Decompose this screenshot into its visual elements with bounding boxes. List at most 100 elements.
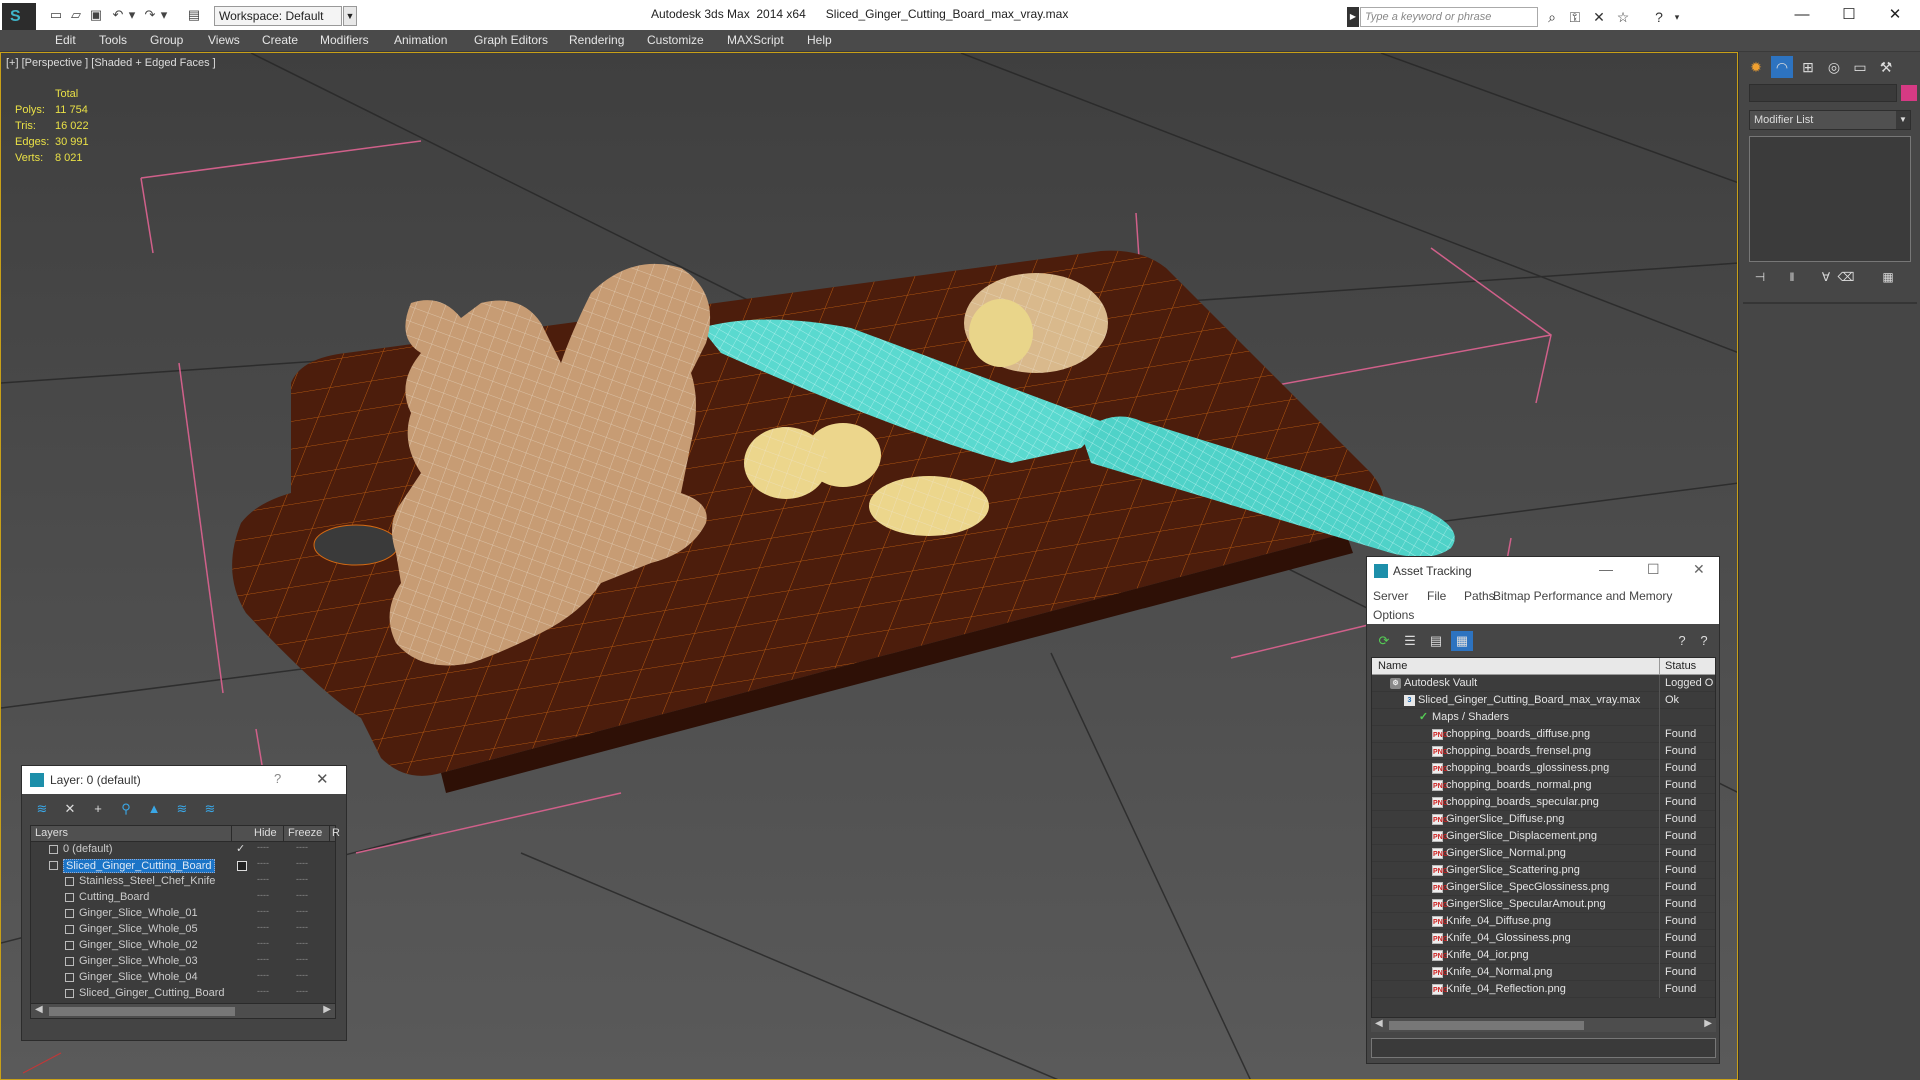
asset-path-field[interactable] [1371,1038,1716,1058]
display-tab-icon[interactable]: ▭ [1849,56,1871,78]
layer-row[interactable]: Sliced_Ginger_Cutting_Board ---- ---- [31,986,335,1002]
layer-row-name[interactable]: Cutting_Board [79,891,149,903]
chevron-down-icon[interactable]: ▼ [343,6,357,26]
help-context-icon[interactable]: ? [1693,631,1715,651]
menu-help[interactable]: Help [807,33,832,47]
freeze-toggle[interactable]: ---- [296,874,310,884]
layer-row[interactable]: Stainless_Steel_Chef_Knife ---- ---- [31,874,335,890]
layer-row[interactable]: Sliced_Ginger_Cutting_Board ---- ---- [31,858,335,874]
key-icon[interactable]: ⚿ [1566,8,1584,26]
maximize-icon[interactable]: ☐ [1647,561,1660,578]
hide-toggle[interactable]: ---- [257,954,271,964]
search-input[interactable]: Type a keyword or phrase [1360,7,1538,27]
redo-dropdown-icon[interactable]: ▾ [156,7,172,23]
asset-row[interactable]: PNG GingerSlice_Scattering.png Found [1372,862,1715,879]
scroll-left-icon[interactable]: ◀ [1375,1018,1383,1029]
menu-rendering[interactable]: Rendering [569,33,624,47]
layer-row-name[interactable]: Ginger_Slice_Whole_05 [79,923,198,935]
asset-row[interactable]: PNG chopping_boards_specular.png Found [1372,794,1715,811]
layer-row[interactable]: 0 (default) ✓ ---- ---- [31,842,335,858]
minimize-icon[interactable]: — [1599,561,1613,577]
asset-row[interactable]: PNG Knife_04_Diffuse.png Found [1372,913,1715,930]
object-color-swatch[interactable] [1901,85,1917,101]
workspace-dropdown[interactable]: Workspace: Default [214,6,342,26]
viewport-label[interactable]: [+] [Perspective ] [Shaded + Edged Faces… [6,57,216,69]
horizontal-scrollbar[interactable]: ◀ ▶ [31,1003,335,1018]
asset-row[interactable]: PNG chopping_boards_diffuse.png Found [1372,726,1715,743]
scroll-right-icon[interactable]: ▶ [323,1004,331,1015]
asset-row[interactable]: PNG chopping_boards_glossiness.png Found [1372,760,1715,777]
freeze-toggle[interactable]: ---- [296,970,310,980]
hide-toggle[interactable]: ---- [257,842,271,852]
x-icon[interactable]: ✕ [1590,8,1608,26]
menu-edit[interactable]: Edit [55,33,76,47]
hide-toggle[interactable]: ---- [257,938,271,948]
help-icon[interactable]: ? [1671,631,1693,651]
col-render[interactable]: R [332,827,340,839]
list-view-icon[interactable]: ☰ [1399,631,1421,651]
utilities-tab-icon[interactable]: ⚒ [1875,56,1897,78]
table-view-icon[interactable]: ▦ [1451,631,1473,651]
hide-toggle[interactable]: ---- [257,890,271,900]
hide-all-layers-icon[interactable]: ≋ [172,800,192,818]
set-current-layer-checkbox[interactable] [237,861,247,871]
layer-row[interactable]: Ginger_Slice_Whole_01 ---- ---- [31,906,335,922]
layer-row[interactable]: Cutting_Board ---- ---- [31,890,335,906]
configure-modifier-sets-icon[interactable]: ▦ [1879,268,1897,286]
modifier-list-dropdown[interactable]: Modifier List ▼ [1749,110,1911,130]
layer-dialog-titlebar[interactable]: Layer: 0 (default) ? ✕ [22,766,346,794]
scroll-right-icon[interactable]: ▶ [1704,1018,1712,1029]
scroll-left-icon[interactable]: ◀ [35,1004,43,1015]
add-to-layer-icon[interactable]: + [88,800,108,818]
freeze-toggle[interactable]: ---- [296,954,310,964]
layer-row-name[interactable]: Stainless_Steel_Chef_Knife [79,875,215,887]
asset-row[interactable]: PNG chopping_boards_normal.png Found [1372,777,1715,794]
create-layer-icon[interactable]: ≋ [32,800,52,818]
hide-toggle[interactable]: ---- [257,986,271,996]
make-unique-icon[interactable]: ∀ [1817,268,1835,286]
save-icon[interactable]: ▣ [88,7,104,23]
col-freeze[interactable]: Freeze [288,827,322,839]
freeze-toggle[interactable]: ---- [296,842,310,852]
layer-row-name[interactable]: Sliced_Ginger_Cutting_Board [79,987,225,999]
motion-tab-icon[interactable]: ◎ [1823,56,1845,78]
object-name-field[interactable] [1749,84,1897,102]
freeze-toggle[interactable]: ---- [296,986,310,996]
asset-row[interactable]: ✓ Maps / Shaders [1372,709,1715,726]
minimize-icon[interactable]: — [1779,2,1825,28]
menu-server[interactable]: Server [1373,589,1408,603]
scroll-thumb[interactable] [49,1007,235,1016]
hide-toggle[interactable]: ---- [257,874,271,884]
modifier-stack[interactable] [1749,136,1911,262]
menu-maxscript[interactable]: MAXScript [727,33,784,47]
asset-row[interactable]: PNG GingerSlice_SpecGlossiness.png Found [1372,879,1715,896]
create-tab-icon[interactable]: ✹ [1745,56,1767,78]
menu-views[interactable]: Views [208,33,240,47]
hide-toggle[interactable]: ---- [257,858,271,868]
show-end-result-icon[interactable]: ‖ [1783,268,1801,286]
search-expand-icon[interactable]: ▶ [1347,7,1359,27]
app-logo-button[interactable]: S [2,3,36,31]
close-icon[interactable]: ✕ [1693,561,1705,578]
col-hide[interactable]: Hide [254,827,277,839]
menu-options[interactable]: Options [1373,608,1414,622]
menu-bitmap-performance[interactable]: Bitmap Performance and Memory [1493,589,1672,603]
hierarchy-tab-icon[interactable]: ⊞ [1797,56,1819,78]
asset-row[interactable]: PNG GingerSlice_Diffuse.png Found [1372,811,1715,828]
layer-row[interactable]: Ginger_Slice_Whole_05 ---- ---- [31,922,335,938]
col-status[interactable]: Status [1665,660,1696,672]
asset-row[interactable]: PNG GingerSlice_Displacement.png Found [1372,828,1715,845]
close-icon[interactable]: ✕ [316,770,329,788]
help-icon[interactable]: ? [1650,8,1668,26]
asset-row[interactable]: PNG Knife_04_Glossiness.png Found [1372,930,1715,947]
asset-row[interactable]: 3 Sliced_Ginger_Cutting_Board_max_vray.ma… [1372,692,1715,709]
asset-row[interactable]: PNG Knife_04_Reflection.png Found [1372,981,1715,998]
hide-toggle[interactable]: ---- [257,922,271,932]
menu-animation[interactable]: Animation [394,33,447,47]
maximize-icon[interactable]: ☐ [1826,2,1872,28]
layer-row[interactable]: Ginger_Slice_Whole_03 ---- ---- [31,954,335,970]
freeze-all-layers-icon[interactable]: ≋ [200,800,220,818]
freeze-toggle[interactable]: ---- [296,922,310,932]
highlight-layer-icon[interactable]: ▲ [144,800,164,818]
modify-tab-icon[interactable]: ◠ [1771,56,1793,78]
